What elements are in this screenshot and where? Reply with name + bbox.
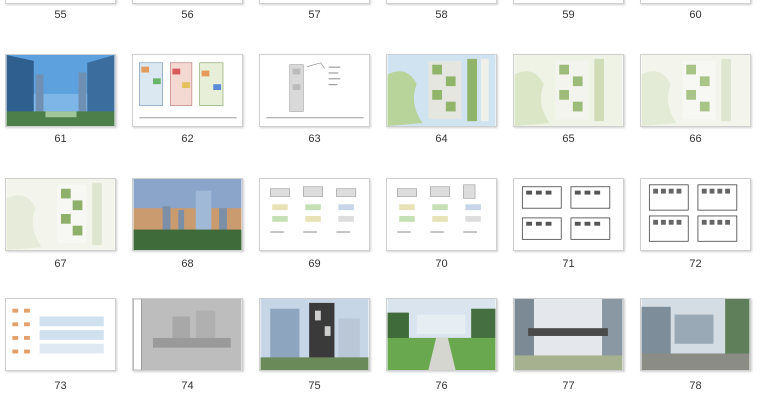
- thumbnail-75[interactable]: [259, 298, 370, 371]
- thumbnail-70[interactable]: [386, 178, 497, 251]
- section-sheet-image: [6, 299, 115, 370]
- thumbnail-69[interactable]: [259, 178, 370, 251]
- thumbnail-label: 61: [54, 133, 67, 145]
- thumbnail-76[interactable]: [386, 298, 497, 371]
- thumbnail-77[interactable]: [513, 298, 624, 371]
- elevations-image: [387, 179, 496, 250]
- site-plan-image: [514, 55, 623, 126]
- elevations-image: [260, 179, 369, 250]
- thumbnail-label: 70: [435, 258, 448, 270]
- floor-plans-image: [514, 179, 623, 250]
- gray-elevation-image: [133, 299, 242, 370]
- thumbnail-68[interactable]: [132, 178, 243, 251]
- colored-plans-image: [133, 55, 242, 126]
- thumbnail-56[interactable]: [132, 0, 243, 4]
- thumbnail-55[interactable]: [5, 0, 116, 4]
- thumbnail-72[interactable]: [640, 178, 751, 251]
- thumbnail-65[interactable]: [513, 54, 624, 127]
- photo-lawn-image: [387, 299, 496, 370]
- thumbnail-label: 75: [308, 380, 321, 392]
- site-plan-image: [387, 55, 496, 126]
- thumbnail-label: 63: [308, 133, 321, 145]
- thumbnail-73[interactable]: [5, 298, 116, 371]
- sparse-plan-image: [260, 55, 369, 126]
- thumbnail-71[interactable]: [513, 178, 624, 251]
- site-plan-image: [6, 179, 115, 250]
- thumbnail-label: 65: [562, 133, 575, 145]
- thumbnail-label: 74: [181, 380, 194, 392]
- thumbnail-label: 69: [308, 258, 321, 270]
- site-plan-image: [641, 55, 750, 126]
- thumbnail-label: 77: [562, 380, 575, 392]
- thumbnail-58[interactable]: [386, 0, 497, 4]
- floor-plans-image: [641, 179, 750, 250]
- thumbnail-60[interactable]: [640, 0, 751, 4]
- thumbnail-62[interactable]: [132, 54, 243, 127]
- thumbnail-label: 67: [54, 258, 67, 270]
- thumbnail-label: 71: [562, 258, 575, 270]
- thumbnail-label: 64: [435, 133, 448, 145]
- thumbnail-66[interactable]: [640, 54, 751, 127]
- thumbnail-label: 78: [689, 380, 702, 392]
- thumbnail-67[interactable]: [5, 178, 116, 251]
- thumbnail-63[interactable]: [259, 54, 370, 127]
- photo-street-image: [641, 299, 750, 370]
- photo-building-image: [260, 299, 369, 370]
- photo-bridge-image: [514, 299, 623, 370]
- thumbnail-label: 58: [435, 9, 448, 21]
- thumbnail-label: 55: [54, 9, 67, 21]
- thumbnail-59[interactable]: [513, 0, 624, 4]
- photo-skyline-image: [133, 179, 242, 250]
- thumbnail-label: 76: [435, 380, 448, 392]
- thumbnail-57[interactable]: [259, 0, 370, 4]
- thumbnail-label: 59: [562, 9, 575, 21]
- thumbnail-74[interactable]: [132, 298, 243, 371]
- thumbnail-label: 60: [689, 9, 702, 21]
- photo-towers-image: [6, 55, 115, 126]
- thumbnail-label: 56: [181, 9, 194, 21]
- thumbnail-label: 72: [689, 258, 702, 270]
- thumbnail-64[interactable]: [386, 54, 497, 127]
- thumbnail-78[interactable]: [640, 298, 751, 371]
- thumbnail-61[interactable]: [5, 54, 116, 127]
- thumbnail-label: 73: [54, 380, 67, 392]
- thumbnail-label: 57: [308, 9, 321, 21]
- thumbnail-label: 66: [689, 133, 702, 145]
- thumbnail-label: 62: [181, 133, 194, 145]
- thumbnail-label: 68: [181, 258, 194, 270]
